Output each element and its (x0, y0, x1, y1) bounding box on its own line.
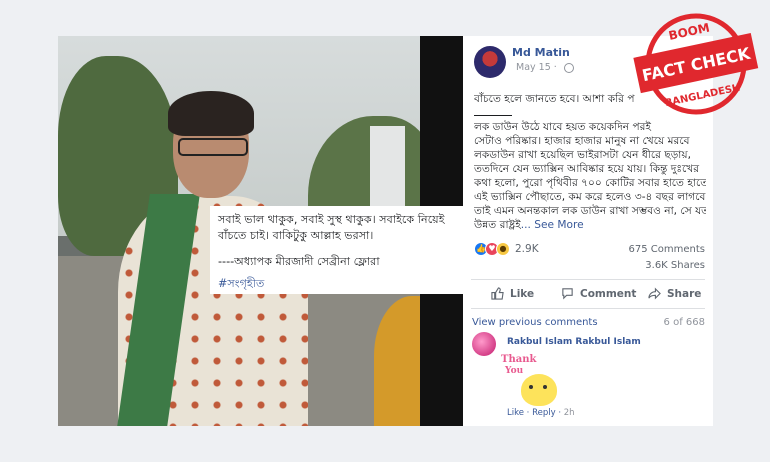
post-line: কথা হলো, পুরো পৃথিবীর ৭০০ কোটির সবার হাত… (474, 177, 706, 189)
share-button[interactable]: Share (648, 287, 701, 300)
globe-icon (564, 63, 574, 73)
caption-hashtag[interactable]: #সংগৃহীত (218, 276, 458, 292)
sticker-text: You (505, 366, 524, 376)
comments-count[interactable]: 675 Comments (629, 244, 705, 255)
like-label: Like (510, 287, 535, 300)
comment-label: Comment (580, 287, 637, 300)
shares-count[interactable]: 3.6K Shares (645, 260, 705, 271)
photo-person-hair (168, 91, 254, 136)
photo-caption-overlay: সবাই ভাল থাকুক, সবাই সুস্থ থাকুক। সবাইকে… (210, 206, 466, 294)
reactions-summary[interactable]: 👍 ♥ ● 2.9K (474, 242, 539, 256)
chick-icon (521, 374, 557, 406)
author-avatar[interactable] (474, 46, 506, 78)
thumbs-up-icon (491, 287, 504, 300)
comment-reply-link[interactable]: Reply (532, 408, 556, 418)
post-divider (474, 115, 512, 116)
sticker-text: Thank (501, 354, 537, 365)
post-line: উন্নত রাষ্ট্রই (474, 219, 521, 231)
commenter-name[interactable]: Rakbul Islam Rakbul Islam (507, 337, 641, 347)
post-line: এই ভ্যাক্সিন পৌছাতে, কম করে হলেও ৩-৪ বছর… (474, 191, 706, 203)
post-line-last: উন্নত রাষ্ট্রই... See More (474, 218, 706, 232)
comment-like-link[interactable]: Like (507, 408, 524, 418)
author-name[interactable]: Md Matin (512, 46, 570, 59)
comment-button[interactable]: Comment (561, 287, 636, 300)
wow-reaction-icon: ● (496, 242, 510, 256)
caption-author: ----অধ্যাপক মীরজাদী সেব্রীনা ফ্লোরা (218, 255, 380, 268)
post-line: লকডাউন রাখা হয়েছিল ভাইরাসটা যেন ধীরে ছড… (474, 149, 691, 161)
reaction-count: 2.9K (515, 243, 539, 255)
like-button[interactable]: Like (491, 287, 534, 300)
comment-pagination: 6 of 668 (663, 317, 705, 328)
photo-glasses (178, 138, 248, 156)
caption-line-1: সবাই ভাল থাকুক, সবাই সুস্থ থাকুক। সবাইকে… (218, 213, 445, 226)
post-date[interactable]: May 15 · (516, 62, 557, 73)
divider (471, 279, 705, 280)
post-line: তাই এমন অনন্তকাল লক ডাউন রাখা সম্ভবও না,… (474, 205, 706, 217)
fact-check-stamp: BOOM FACT CHECK BANGLADESH (633, 13, 759, 115)
share-icon (648, 287, 661, 300)
share-label: Share (667, 287, 702, 300)
post-line: সেটাও পরিষ্কার। হাজার হাজার মানুষ না খেয… (474, 135, 690, 147)
post-line: ততদিনে যেন ভ্যাক্সিন আবিষ্কার হয়ে যায়।… (474, 163, 700, 175)
commenter-avatar[interactable] (472, 332, 496, 356)
divider (471, 308, 705, 309)
comment-time[interactable]: 2h (564, 408, 575, 418)
thank-you-sticker: Thank You (501, 354, 569, 410)
comment-icon (562, 288, 573, 300)
comment-meta: Like · Reply · 2h (507, 408, 575, 418)
see-more-link[interactable]: ... See More (521, 219, 584, 231)
view-previous-comments-link[interactable]: View previous comments (472, 317, 598, 328)
caption-line-2: বাঁচতে চাই। বাকিটুকু আল্লাহ ভরসা। (218, 229, 374, 242)
